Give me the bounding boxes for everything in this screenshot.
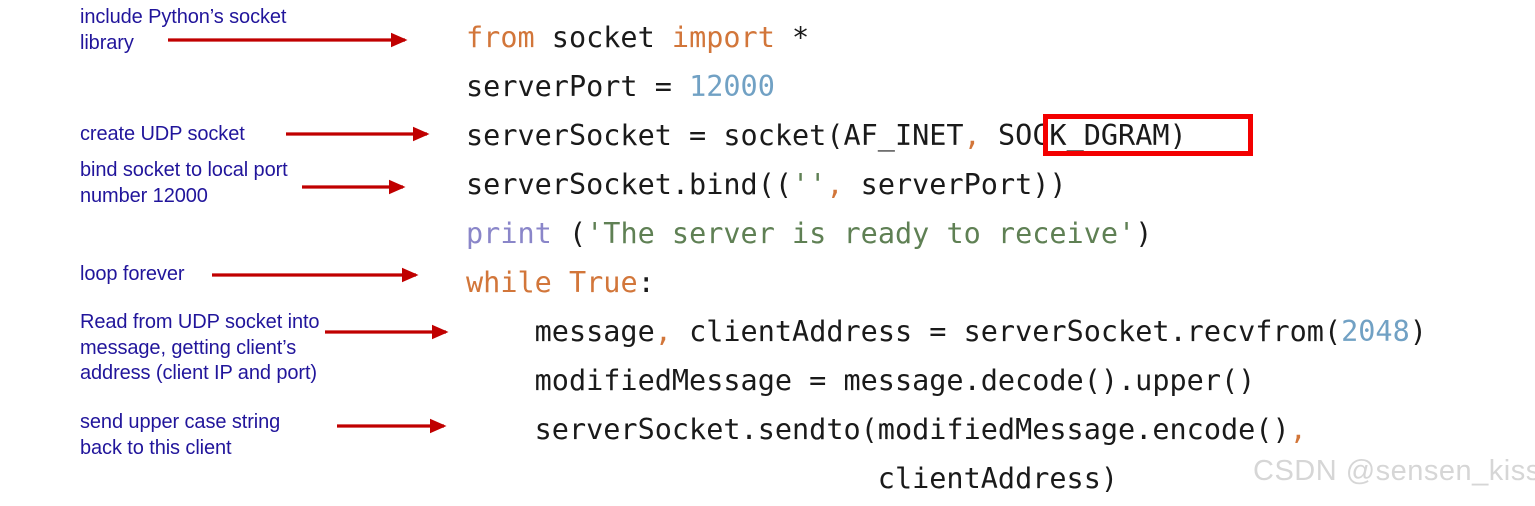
code-token: True	[568, 266, 638, 299]
code-token: serverPort))	[843, 168, 1067, 201]
code-token: from	[466, 21, 535, 54]
code-token: *	[774, 21, 810, 54]
code-token: ,	[826, 168, 844, 201]
code-token: clientAddress = serverSocket.recvfrom(	[671, 315, 1342, 348]
code-line: message, clientAddress = serverSocket.re…	[466, 307, 1427, 356]
code-line: serverSocket.sendto(modifiedMessage.enco…	[466, 405, 1427, 454]
code-line: serverSocket.bind(('', serverPort))	[466, 160, 1427, 209]
code-line: from socket import *	[466, 13, 1427, 62]
code-token: 'The server is ready to receive'	[586, 217, 1136, 250]
code-token: )	[1135, 217, 1153, 250]
code-token: modifiedMessage = message.decode().upper…	[466, 364, 1256, 397]
code-token: serverPort =	[466, 70, 690, 103]
annotation-include-socket-library: include Python’s socket library	[80, 6, 287, 54]
sock-dgram-highlight-box	[1043, 114, 1253, 156]
code-line: serverSocket = socket(AF_INET, SOCK_DGRA…	[466, 111, 1427, 160]
python-code-block: from socket import * serverPort = 12000 se…	[466, 13, 1427, 503]
code-token: serverSocket.bind((	[466, 168, 793, 201]
code-token: socket	[534, 21, 672, 54]
code-line: modifiedMessage = message.decode().upper…	[466, 356, 1427, 405]
annotation-create-udp-socket: create UDP socket	[80, 123, 245, 145]
code-token: clientAddress)	[466, 462, 1119, 495]
code-token: ,	[654, 315, 672, 348]
code-token: ,	[963, 119, 981, 152]
code-token: (	[551, 217, 587, 250]
code-token: while	[466, 266, 552, 299]
code-token: print	[466, 217, 552, 250]
code-token: 2048	[1341, 315, 1410, 348]
annotation-loop-forever: loop forever	[80, 263, 185, 285]
annotation-read-from-udp-socket: Read from UDP socket into message, getti…	[80, 311, 320, 384]
code-token: ,	[1289, 413, 1307, 446]
code-token: ''	[792, 168, 827, 201]
slide-canvas: include Python’s socket library create U…	[0, 0, 1535, 506]
code-token: :	[637, 266, 655, 299]
annotation-send-upper-case-string: send upper case string back to this clie…	[80, 411, 281, 459]
code-token: serverSocket.sendto(modifiedMessage.enco…	[466, 413, 1290, 446]
code-token: serverSocket = socket(AF_INET	[466, 119, 964, 152]
code-token: import	[671, 21, 775, 54]
code-token: 12000	[689, 70, 775, 103]
code-line: serverPort = 12000	[466, 62, 1427, 111]
code-token: message	[466, 315, 655, 348]
code-token: )	[1409, 315, 1427, 348]
annotation-bind-socket-local-port: bind socket to local port number 12000	[80, 159, 288, 207]
csdn-watermark: CSDN @sensen_kiss	[1253, 455, 1535, 487]
code-line: print ('The server is ready to receive')	[466, 209, 1427, 258]
code-line: while True:	[466, 258, 1427, 307]
